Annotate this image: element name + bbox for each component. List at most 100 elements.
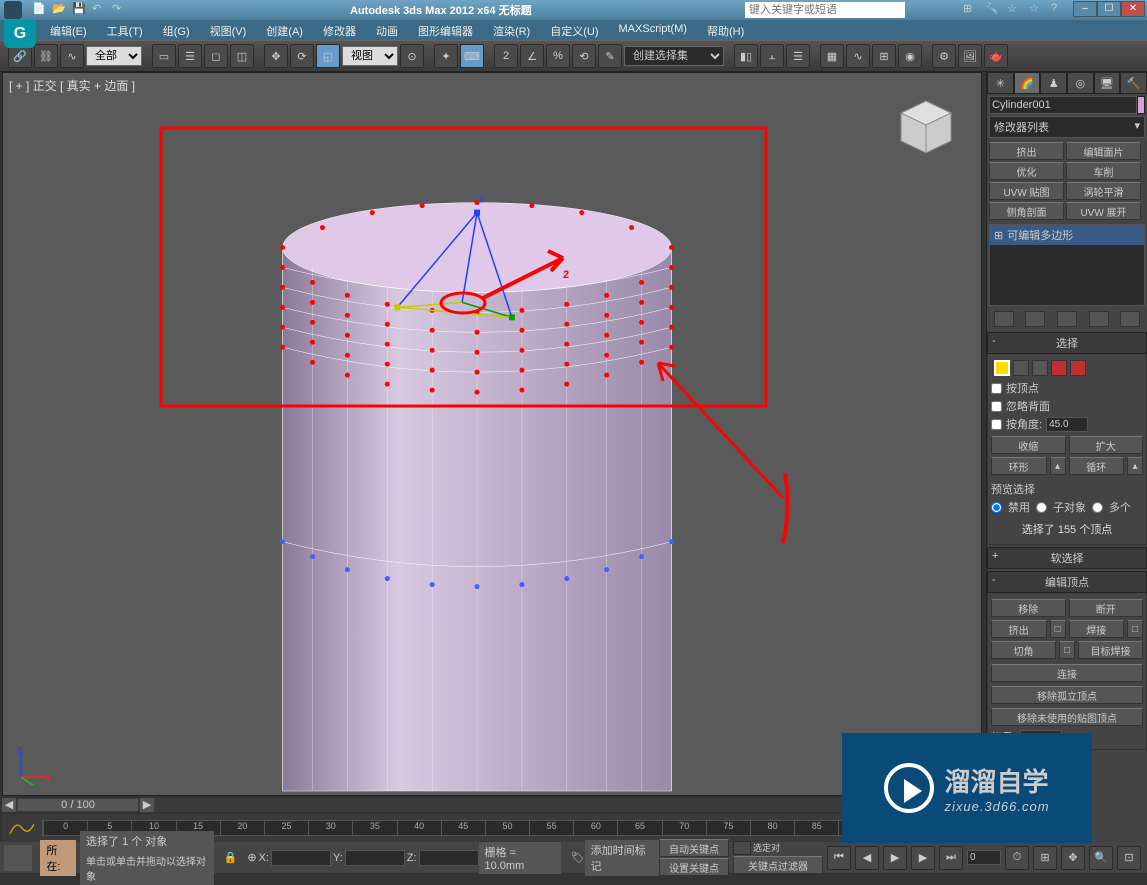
create-tab-icon[interactable]: ✳ <box>987 72 1014 94</box>
subobj-element-icon[interactable] <box>1070 360 1086 376</box>
snap-angle-icon[interactable]: ∠ <box>520 44 544 68</box>
render-icon[interactable]: 🫖 <box>984 44 1008 68</box>
display-tab-icon[interactable]: 🖥 <box>1094 72 1121 94</box>
shrink-button[interactable]: 收缩 <box>991 436 1066 454</box>
ref-coord-combo[interactable]: 视图 <box>342 46 398 66</box>
menu-edit[interactable]: 编辑(E) <box>40 20 97 40</box>
subobj-edge-icon[interactable] <box>1013 360 1029 376</box>
preview-multi-radio[interactable] <box>1092 502 1103 513</box>
menu-tools[interactable]: 工具(T) <box>97 20 153 40</box>
weld-settings[interactable]: □ <box>1127 620 1143 638</box>
viewport[interactable]: [ + ] 正交 [ 真实 + 边面 ] <box>2 72 982 796</box>
application-button[interactable] <box>4 20 36 48</box>
material-editor-icon[interactable]: ◉ <box>898 44 922 68</box>
loop-button[interactable]: 循环 <box>1069 457 1125 475</box>
set-key-button[interactable]: 设置关键点 <box>659 858 729 876</box>
subobj-polygon-icon[interactable] <box>1051 360 1067 376</box>
menu-animation[interactable]: 动画 <box>366 20 408 40</box>
btn-turbosmooth[interactable]: 涡轮平滑 <box>1066 182 1141 200</box>
chamfer-settings[interactable]: □ <box>1059 641 1075 659</box>
subobj-vertex-icon[interactable] <box>994 360 1010 376</box>
select-rotate-icon[interactable]: ⟳ <box>290 44 314 68</box>
angle-input[interactable] <box>1046 417 1088 432</box>
ring-spin[interactable]: ▴ <box>1050 457 1066 475</box>
rollout-softsel-header[interactable]: +软选择 <box>987 547 1147 569</box>
pin-stack-icon[interactable] <box>994 311 1014 327</box>
subscription-icon[interactable]: ☆ <box>1029 2 1045 18</box>
schematic-icon[interactable]: ⊞ <box>872 44 896 68</box>
weld-button[interactable]: 焊接 <box>1069 620 1125 638</box>
time-prev-button[interactable]: ◀ <box>2 798 16 812</box>
chamfer-button[interactable]: 切角 <box>991 641 1056 659</box>
open-icon[interactable]: 📂 <box>52 2 68 18</box>
menu-customize[interactable]: 自定义(U) <box>540 20 608 40</box>
snap-2d-icon[interactable]: 2 <box>494 44 518 68</box>
infocenter-icon[interactable]: ⊞ <box>963 2 979 18</box>
bind-spacewarp-icon[interactable]: ∿ <box>60 44 84 68</box>
new-icon[interactable]: 📄 <box>32 2 48 18</box>
grow-button[interactable]: 扩大 <box>1069 436 1144 454</box>
close-button[interactable]: ✕ <box>1121 1 1145 17</box>
time-slider[interactable]: 0 / 100 <box>18 799 138 811</box>
loop-spin[interactable]: ▴ <box>1127 457 1143 475</box>
coord-mode-icon[interactable]: ⊕ <box>247 851 256 864</box>
select-by-name-icon[interactable]: ☰ <box>178 44 202 68</box>
play-icon[interactable]: ▶ <box>883 846 907 870</box>
modify-tab-icon[interactable]: 🌈 <box>1014 72 1041 94</box>
spinner-snap-icon[interactable]: ⟲ <box>572 44 596 68</box>
time-next-button[interactable]: ▶ <box>140 798 154 812</box>
menu-help[interactable]: 帮助(H) <box>697 20 754 40</box>
menu-grapheditors[interactable]: 图形编辑器 <box>408 20 483 40</box>
rollout-editverts-header[interactable]: -编辑顶点 <box>987 571 1147 593</box>
menu-group[interactable]: 组(G) <box>153 20 200 40</box>
comm-icon[interactable]: 🔧 <box>985 2 1001 18</box>
remove-iso-button[interactable]: 移除孤立顶点 <box>991 686 1143 704</box>
object-color-swatch[interactable] <box>1137 96 1145 114</box>
next-frame-icon[interactable]: ▶ <box>911 846 935 870</box>
current-frame-input[interactable] <box>967 850 1001 865</box>
rollout-selection-header[interactable]: -选择 <box>987 332 1147 354</box>
by-vertex-checkbox[interactable] <box>991 383 1002 394</box>
show-end-result-icon[interactable] <box>1025 311 1045 327</box>
modifier-stack[interactable]: ⊞ 可编辑多边形 <box>989 224 1145 306</box>
expand-icon[interactable]: ⊞ <box>994 229 1003 242</box>
btn-extrude[interactable]: 挤出 <box>989 142 1064 160</box>
by-angle-checkbox[interactable] <box>991 419 1002 430</box>
utilities-tab-icon[interactable]: 🔨 <box>1120 72 1147 94</box>
btn-lathe[interactable]: 车削 <box>1066 162 1141 180</box>
remove-button[interactable]: 移除 <box>991 599 1066 617</box>
viewport-nav3-icon[interactable]: 🔍 <box>1089 846 1113 870</box>
time-config-icon[interactable]: ⏱ <box>1005 846 1029 870</box>
remove-unused-button[interactable]: 移除未使用的贴图顶点 <box>991 708 1143 726</box>
help-search-input[interactable] <box>745 2 905 18</box>
key-filters-button[interactable]: 关键点过滤器 <box>733 856 823 874</box>
select-scale-icon[interactable]: ◱ <box>316 44 340 68</box>
motion-tab-icon[interactable]: ◎ <box>1067 72 1094 94</box>
btn-uvwunwrap[interactable]: UVW 展开 <box>1066 202 1141 220</box>
layers-icon[interactable]: ☰ <box>786 44 810 68</box>
named-selection-combo[interactable]: 创建选择集 <box>624 46 724 66</box>
remove-modifier-icon[interactable] <box>1089 311 1109 327</box>
extrude-settings[interactable]: □ <box>1050 620 1066 638</box>
render-frame-icon[interactable]: 🖼 <box>958 44 982 68</box>
selection-filter-combo[interactable]: 全部 <box>86 46 142 66</box>
key-mode-icon[interactable] <box>733 841 751 855</box>
time-tag-icon[interactable]: 🏷 <box>571 851 585 864</box>
menu-views[interactable]: 视图(V) <box>200 20 257 40</box>
menu-modifiers[interactable]: 修改器 <box>313 20 366 40</box>
favorites-icon[interactable]: ☆ <box>1007 2 1023 18</box>
align-icon[interactable]: ⫠ <box>760 44 784 68</box>
redo-icon[interactable]: ↷ <box>112 2 128 18</box>
btn-bevelprofile[interactable]: 侧角剖面 <box>989 202 1064 220</box>
snap-percent-icon[interactable]: % <box>546 44 570 68</box>
select-move-icon[interactable]: ✥ <box>264 44 288 68</box>
extrude-button[interactable]: 挤出 <box>991 620 1047 638</box>
menu-maxscript[interactable]: MAXScript(M) <box>609 20 697 40</box>
break-button[interactable]: 断开 <box>1069 599 1144 617</box>
mini-curve-icon[interactable] <box>8 818 34 838</box>
configure-sets-icon[interactable] <box>1120 311 1140 327</box>
ring-button[interactable]: 环形 <box>991 457 1047 475</box>
auto-key-button[interactable]: 自动关键点 <box>659 839 729 857</box>
select-region-rect-icon[interactable]: ◻ <box>204 44 228 68</box>
btn-editpatch[interactable]: 编辑面片 <box>1066 142 1141 160</box>
